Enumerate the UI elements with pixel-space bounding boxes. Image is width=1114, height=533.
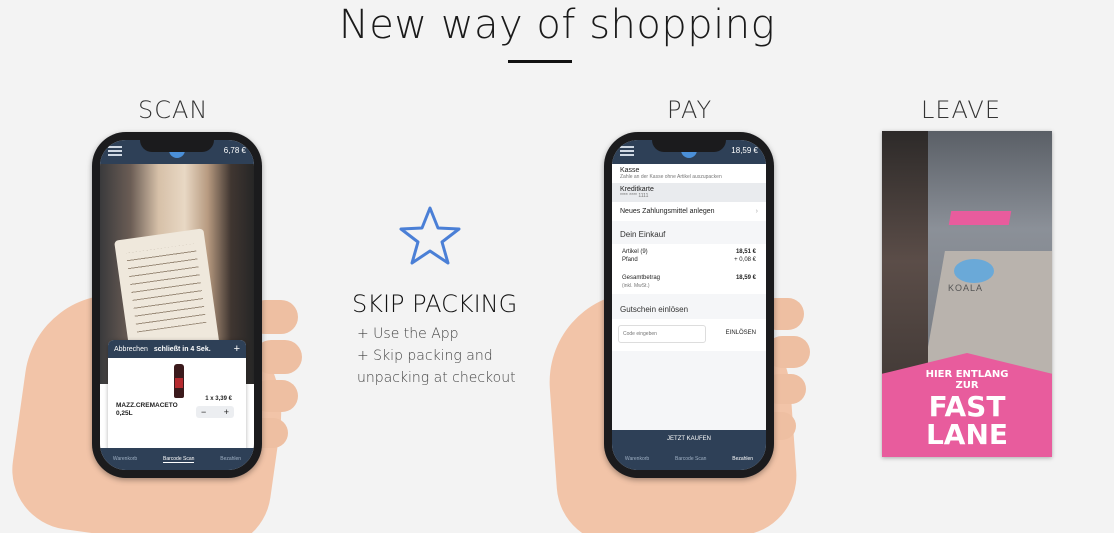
new-payment-label: Neues Zahlungsmittel anlegen xyxy=(620,208,715,215)
floor-koala-text: KOALA xyxy=(948,283,984,293)
nav-pay[interactable]: Bezahlen xyxy=(732,456,753,462)
sign-lane-text: LANE xyxy=(925,418,1009,451)
nav-cart[interactable]: Warenkorb xyxy=(625,456,649,462)
pay-label: PAY xyxy=(667,96,713,124)
floor-stripe xyxy=(948,211,1012,225)
benefit-line: + Use the App xyxy=(357,326,459,342)
quantity-stepper[interactable]: − + xyxy=(196,406,234,418)
credit-card-option[interactable]: Kreditkarte **** **** 1111 xyxy=(612,183,766,202)
decrement-button[interactable]: − xyxy=(201,407,206,417)
scan-bottom-nav: Warenkorb Barcode Scan Bezahlen xyxy=(100,448,254,470)
menu-icon[interactable] xyxy=(620,146,634,156)
pay-screen: 18,59 € Kasse Zahle an der Kasse ohne Ar… xyxy=(612,140,766,470)
pay-phone: 18,59 € Kasse Zahle an der Kasse ohne Ar… xyxy=(604,132,774,478)
sign-fast-text: FAST xyxy=(928,390,1006,423)
menu-icon[interactable] xyxy=(108,146,122,156)
summary-row: Pfand + 0,08 € xyxy=(612,256,766,264)
row-value: + 0,08 € xyxy=(734,257,756,263)
sign-small-text: HIER ENTLANG ZUR xyxy=(925,369,1009,391)
purchase-section-title: Dein Einkauf xyxy=(620,230,666,239)
scan-label: SCAN xyxy=(138,96,209,124)
cart-total: 6,78 € xyxy=(223,146,246,155)
row-label: Artikel (9) xyxy=(622,249,648,255)
skip-packing-heading: SKIP PACKING xyxy=(352,290,518,318)
scan-screen: 6,78 € Abbrechen schließt in 4 Sek. + MA… xyxy=(100,140,254,470)
product-image xyxy=(174,364,184,398)
scan-card-header: Abbrechen schließt in 4 Sek. + xyxy=(108,340,246,358)
voucher-code-input[interactable] xyxy=(618,325,706,343)
increment-button[interactable]: + xyxy=(224,407,229,417)
nav-pay[interactable]: Bezahlen xyxy=(220,456,241,462)
card-label: Kreditkarte xyxy=(620,186,654,193)
kasse-subtitle: Zahle an der Kasse ohne Artikel auszupac… xyxy=(620,174,722,180)
total-row: Gesamtbetrag 18,59 € xyxy=(612,274,766,282)
qty-price: 1 x 3,39 € xyxy=(205,396,232,402)
close-timer: schließt in 4 Sek. xyxy=(153,345,211,353)
nav-cart[interactable]: Warenkorb xyxy=(113,456,137,462)
title-underline xyxy=(508,60,572,63)
row-label: Pfand xyxy=(622,257,638,263)
cart-total: 18,59 € xyxy=(731,146,758,155)
row-value: 18,51 € xyxy=(735,249,756,255)
summary-row: Artikel (9) 18,51 € xyxy=(612,248,766,256)
star-outline-icon xyxy=(399,206,461,265)
scan-phone: 6,78 € Abbrechen schließt in 4 Sek. + MA… xyxy=(92,132,262,478)
scan-result-card: Abbrechen schließt in 4 Sek. + MAZZ.CREM… xyxy=(108,340,246,458)
cancel-button[interactable]: Abbrechen xyxy=(114,346,148,353)
nav-barcode-scan[interactable]: Barcode Scan xyxy=(163,456,195,463)
total-subtext: (inkl. MwSt.) xyxy=(612,282,766,290)
add-icon[interactable]: + xyxy=(234,343,240,355)
card-number: **** **** 1111 xyxy=(620,193,649,199)
koala-logo-icon xyxy=(954,259,994,283)
nav-barcode-scan[interactable]: Barcode Scan xyxy=(675,456,706,462)
chevron-right-icon: › xyxy=(755,208,758,215)
redeem-button[interactable]: EINLÖSEN xyxy=(726,330,756,336)
page-title: New way of shopping xyxy=(338,2,776,48)
product-name: MAZZ.CREMACETO 0,25L xyxy=(116,402,178,417)
pay-bottom-nav: Warenkorb Barcode Scan Bezahlen xyxy=(612,448,766,470)
new-payment-method[interactable]: Neues Zahlungsmittel anlegen › xyxy=(612,202,766,221)
voucher-block: EINLÖSEN xyxy=(612,319,766,351)
voucher-section-title: Gutschein einlösen xyxy=(620,305,689,314)
kasse-title[interactable]: Kasse xyxy=(612,164,766,174)
buy-now-button[interactable]: JETZT KAUFEN xyxy=(612,430,766,448)
phone-notch xyxy=(652,140,726,152)
fast-lane-photo: KOALA HIER ENTLANG ZUR FAST LANE xyxy=(882,131,1052,457)
purchase-summary: Artikel (9) 18,51 € Pfand + 0,08 € Gesam… xyxy=(612,244,766,294)
payment-method-block: Kasse Zahle an der Kasse ohne Artikel au… xyxy=(612,164,766,221)
tax-note: (inkl. MwSt.) xyxy=(622,283,650,289)
phone-notch xyxy=(140,140,214,152)
leave-label: LEAVE xyxy=(921,96,1001,124)
total-value: 18,59 € xyxy=(735,275,756,281)
benefit-line: + Skip packing and xyxy=(357,348,493,364)
benefit-line: unpacking at checkout xyxy=(357,370,516,386)
total-label: Gesamtbetrag xyxy=(622,275,661,281)
